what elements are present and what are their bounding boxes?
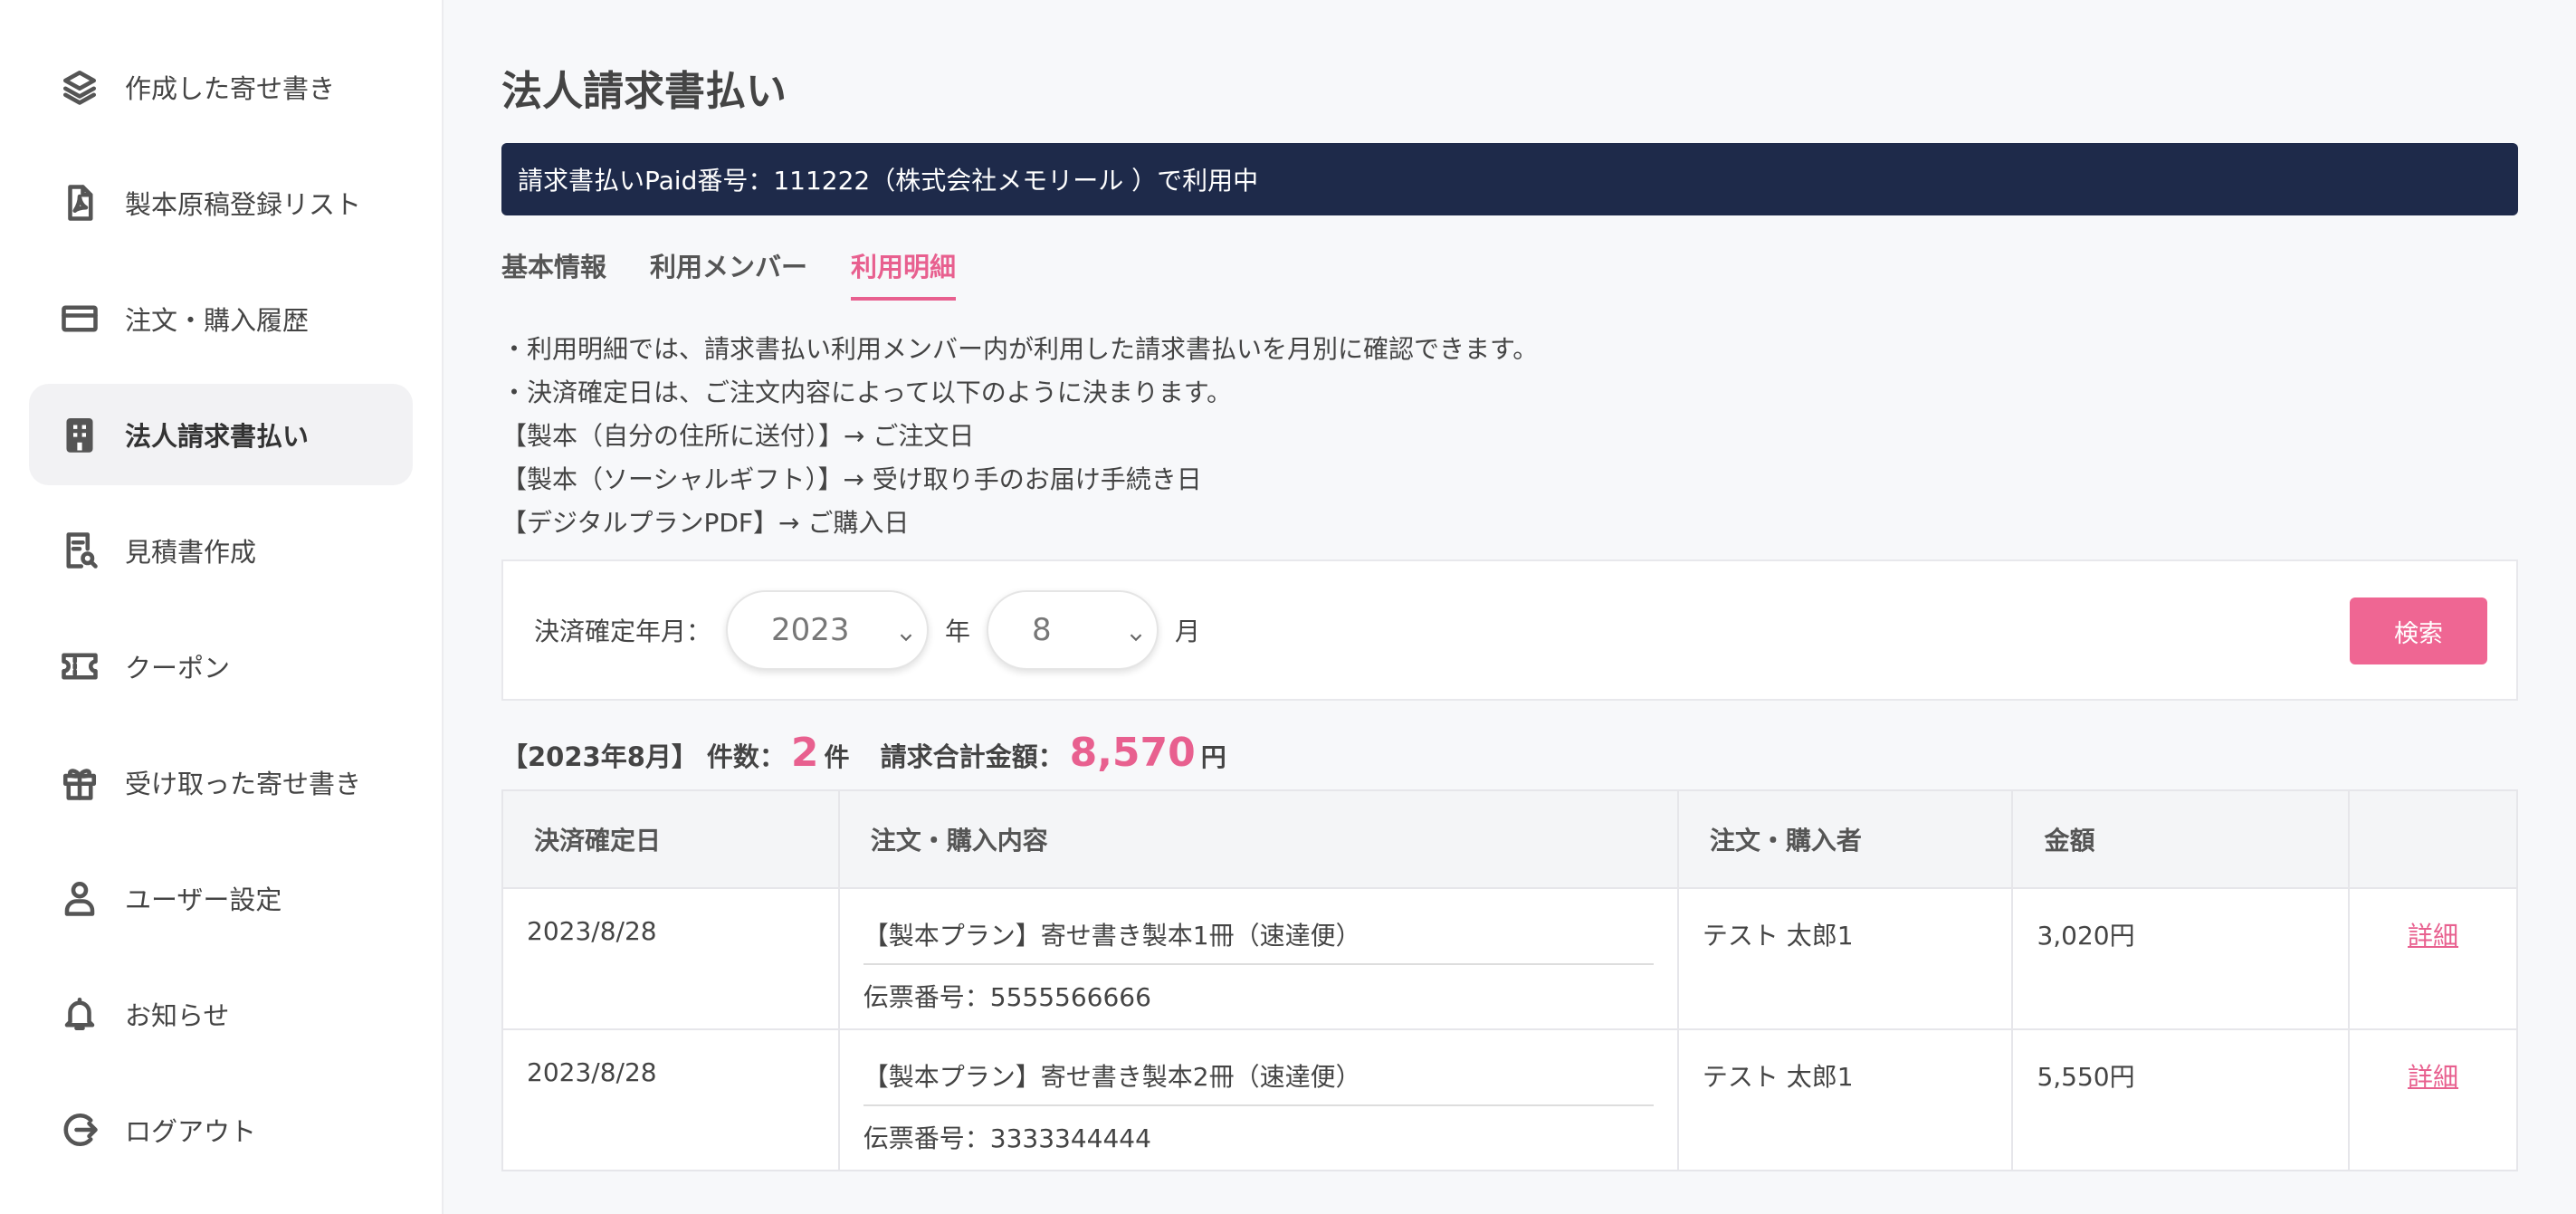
table-header-row: 決済確定日 注文・購入内容 注文・購入者 金額 — [501, 789, 2518, 889]
sidebar-item-created-messages[interactable]: 作成した寄せ書き — [29, 36, 413, 138]
row-item-name: 【製本プラン】寄せ書き製本1冊（速達便） — [863, 916, 1654, 965]
detail-link[interactable]: 詳細 — [2408, 921, 2458, 951]
sidebar-item-order-history[interactable]: 注文・購入履歴 — [29, 268, 413, 369]
ticket-icon — [60, 646, 100, 686]
sidebar-item-label: 製本原稿登録リスト — [125, 189, 362, 220]
building-icon — [60, 415, 100, 454]
sidebar-item-label: 見積書作成 — [125, 537, 257, 568]
sidebar-item-notifications[interactable]: お知らせ — [29, 963, 413, 1065]
row-item-name: 【製本プラン】寄せ書き製本2冊（速達便） — [863, 1057, 1654, 1106]
row-slip-number: 伝票番号：5555566666 — [863, 982, 1151, 1012]
table-row: 2023/8/28 【製本プラン】寄せ書き製本1冊（速達便） 伝票番号：5555… — [501, 887, 2518, 1030]
month-select-value: 8 — [1032, 612, 1052, 648]
sidebar-item-corporate-invoice[interactable]: 法人請求書払い — [29, 384, 413, 485]
row-slip-number: 伝票番号：3333344444 — [863, 1123, 1151, 1153]
column-header: 注文・購入者 — [1676, 789, 2014, 889]
summary-total-label: 請求合計金額： — [880, 741, 1064, 772]
year-select[interactable]: 2023 — [726, 590, 930, 670]
month-unit: 月 — [1175, 617, 1201, 646]
row-detail-cell: 詳細 — [2348, 1028, 2518, 1171]
bell-icon — [60, 994, 100, 1034]
paid-status-banner: 請求書払いPaid番号：111222（株式会社メモリール ）で利用中 — [501, 143, 2518, 215]
sidebar-item-label: 注文・購入履歴 — [125, 305, 310, 336]
detail-link[interactable]: 詳細 — [2408, 1062, 2458, 1092]
chevron-down-icon — [1126, 619, 1146, 642]
row-amount: 5,550円 — [2011, 1028, 2351, 1171]
column-header: 金額 — [2011, 789, 2351, 889]
year-select-value: 2023 — [771, 612, 850, 648]
row-detail-cell: 詳細 — [2348, 887, 2518, 1030]
row-amount: 3,020円 — [2011, 887, 2351, 1030]
sidebar-item-label: 受け取った寄せ書き — [125, 769, 362, 799]
year-unit: 年 — [945, 617, 971, 646]
summary-period: 【2023年8月】 — [501, 741, 698, 772]
table-row: 2023/8/28 【製本プラン】寄せ書き製本2冊（速達便） 伝票番号：3333… — [501, 1028, 2518, 1171]
row-date: 2023/8/28 — [501, 1028, 840, 1171]
month-select[interactable]: 8 — [987, 590, 1159, 670]
document-search-icon — [60, 531, 100, 570]
sidebar-item-estimate[interactable]: 見積書作成 — [29, 500, 413, 601]
sidebar-item-label: ユーザー設定 — [125, 884, 282, 915]
column-header — [2348, 789, 2518, 889]
sidebar-item-manuscript-list[interactable]: 製本原稿登録リスト — [29, 152, 413, 253]
summary-total: 8,570 — [1069, 730, 1196, 776]
row-item-cell: 【製本プラン】寄せ書き製本1冊（速達便） 伝票番号：5555566666 — [837, 887, 1679, 1030]
sidebar-item-label: クーポン — [125, 653, 231, 683]
sidebar-item-label: 法人請求書払い — [125, 421, 310, 452]
sidebar-item-coupon[interactable]: クーポン — [29, 616, 413, 717]
sidebar-item-user-settings[interactable]: ユーザー設定 — [29, 847, 413, 949]
tab-members[interactable]: 利用メンバー — [650, 246, 807, 301]
page-title: 法人請求書払い — [501, 67, 787, 115]
note-line: ・利用明細では、請求書払い利用メンバー内が利用した請求書払いを月別に確認できます… — [501, 334, 1539, 364]
summary-count-label: 件数： — [706, 741, 786, 772]
tab-usage-details[interactable]: 利用明細 — [851, 246, 957, 301]
tab-bar: 基本情報 利用メンバー 利用明細 — [501, 246, 999, 301]
sidebar-item-label: お知らせ — [125, 1000, 230, 1031]
note-line: ・決済確定日は、ご注文内容によって以下のように決まります。 — [501, 378, 1232, 407]
credit-card-icon — [60, 299, 100, 339]
row-item-cell: 【製本プラン】寄せ書き製本2冊（速達便） 伝票番号：3333344444 — [837, 1028, 1679, 1171]
gift-icon — [60, 762, 100, 802]
row-buyer: テスト 太郎1 — [1676, 887, 2014, 1030]
note-line: 【製本（ソーシャルギフト）】→ 受け取り手のお届け手続き日 — [501, 464, 1202, 494]
sidebar: 作成した寄せ書き 製本原稿登録リスト 注文・購入履歴 法人請求書払い 見積書作成… — [0, 0, 444, 1214]
note-line: 【デジタルプランPDF】→ ご購入日 — [501, 508, 910, 538]
sidebar-item-label: ログアウト — [125, 1116, 257, 1147]
usage-table: 決済確定日 注文・購入内容 注文・購入者 金額 2023/8/28 【製本プラン… — [501, 789, 2518, 1171]
layers-icon — [60, 67, 100, 107]
row-date: 2023/8/28 — [501, 887, 840, 1030]
user-icon — [60, 878, 100, 918]
search-button[interactable]: 検索 — [2350, 597, 2487, 664]
column-header: 決済確定日 — [501, 789, 840, 889]
filter-panel: 決済確定年月： 2023 年 8 月 検索 — [501, 559, 2518, 701]
column-header: 注文・購入内容 — [837, 789, 1679, 889]
sidebar-item-label: 作成した寄せ書き — [125, 73, 336, 104]
tab-basic-info[interactable]: 基本情報 — [501, 246, 606, 301]
chevron-down-icon — [896, 619, 916, 642]
summary-count: 2 — [790, 730, 819, 776]
summary-count-unit: 件 — [824, 742, 850, 772]
sidebar-item-received-messages[interactable]: 受け取った寄せ書き — [29, 731, 413, 833]
filter-label: 決済確定年月： — [534, 617, 712, 646]
usage-summary: 【2023年8月】 件数： 2 件 請求合計金額： 8,570 円 — [501, 730, 1257, 776]
row-buyer: テスト 太郎1 — [1676, 1028, 2014, 1171]
pdf-file-icon — [60, 183, 100, 223]
summary-total-unit: 円 — [1200, 742, 1226, 772]
logout-icon — [60, 1110, 100, 1150]
usage-notes: ・利用明細では、請求書払い利用メンバー内が利用した請求書払いを月別に確認できます… — [501, 328, 1538, 545]
sidebar-item-logout[interactable]: ログアウト — [29, 1079, 413, 1181]
note-line: 【製本（自分の住所に送付）】→ ご注文日 — [501, 421, 975, 451]
